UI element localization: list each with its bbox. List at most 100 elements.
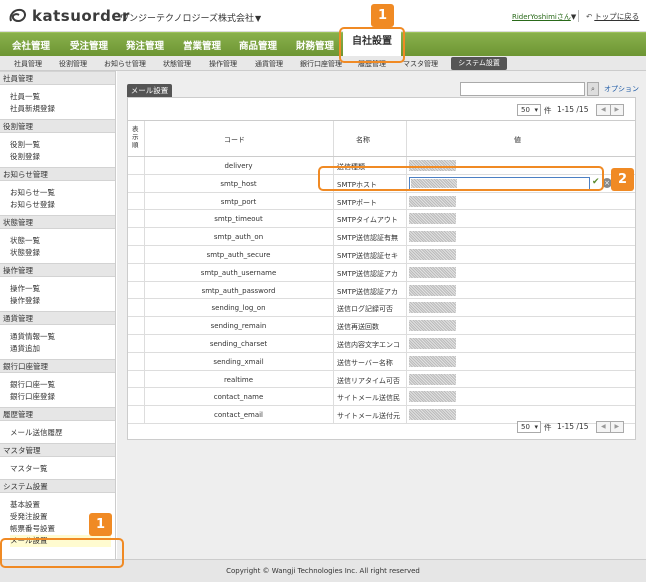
page-arrows[interactable]: ◀ ▶ (596, 421, 624, 433)
sidebar-item[interactable]: 役割登録 (10, 151, 115, 163)
next-page-icon[interactable]: ▶ (609, 105, 624, 115)
app-logo[interactable]: katsuorder (8, 7, 130, 25)
nav-finance[interactable]: 財務管理 (296, 38, 334, 52)
sidebar-section: 社員一覧 社員新規登録 (0, 85, 115, 119)
subnav-employees[interactable]: 社員管理 (14, 59, 42, 69)
callout-badge: 1 (89, 513, 112, 536)
table-row[interactable]: smtp_port SMTPポート (128, 192, 635, 211)
subnav-system-settings[interactable]: システム設置 (451, 57, 507, 70)
sidebar-item[interactable]: 状態一覧 (10, 235, 115, 247)
subnav-master[interactable]: マスタ管理 (403, 59, 438, 69)
subnav-notices[interactable]: お知らせ管理 (104, 59, 146, 69)
sidebar-section: 操作一覧 操作登録 (0, 277, 115, 311)
sidebar-item[interactable]: マスター覧 (10, 463, 115, 475)
subnav-roles[interactable]: 役割管理 (59, 59, 87, 69)
col-divider (406, 192, 407, 210)
logo-text: katsuorder (32, 7, 130, 25)
cell-code: delivery (224, 162, 253, 170)
cell-name: SMTP送信認証アカ (337, 269, 398, 278)
cell-code: sending_remain (210, 322, 267, 331)
sidebar-item[interactable]: 操作登録 (10, 295, 115, 307)
cell-code: sending_charset (209, 339, 268, 348)
sidebar-item[interactable]: 役割一覧 (10, 139, 115, 151)
pager-bottom: 50 件 1-15 /15 ◀▶ (517, 420, 637, 434)
subnav-operations[interactable]: 操作管理 (209, 59, 237, 69)
sidebar-item[interactable]: 社員新規登録 (10, 103, 115, 115)
sidebar-item[interactable]: 操作一覧 (10, 283, 115, 295)
sidebar-item[interactable]: 銀行口座一覧 (10, 379, 115, 391)
table-row[interactable]: smtp_auth_secure SMTP送信認証セキ (128, 245, 635, 264)
sidebar-item[interactable]: 通貨情報一覧 (10, 331, 115, 343)
col-code: コード (224, 136, 245, 144)
table-body: delivery 送信種類 smtp_host SMTPホスト ✔ × smtp_port S… (128, 157, 635, 424)
col-divider (333, 245, 334, 263)
sidebar-item[interactable]: 社員一覧 (10, 91, 115, 103)
sidebar-item[interactable]: お知らせ登録 (10, 199, 115, 211)
user-menu[interactable]: RiderYoshimiさん▼ (512, 12, 576, 22)
sidebar-item[interactable]: 状態登録 (10, 247, 115, 259)
sidebar-section: 銀行口座一覧 銀行口座登録 (0, 373, 115, 407)
sidebar-section-header: 状態管理 (0, 215, 115, 229)
col-divider (333, 192, 334, 210)
table-row[interactable]: smtp_auth_on SMTP送信認証有無 (128, 228, 635, 246)
sidebar-section: 役割一覧 役割登録 (0, 133, 115, 167)
cell-name: 送信内容文字エンコ (337, 340, 400, 349)
table-row[interactable]: realtime 送信リアタイム可否 (128, 370, 635, 389)
table-row[interactable]: smtp_auth_password SMTP送信認証アカ (128, 281, 635, 300)
prev-page-icon[interactable]: ◀ (597, 105, 610, 115)
panel-tab-mail-settings[interactable]: メール設置 (127, 84, 172, 97)
sidebar-item[interactable]: メール送信履歴 (10, 427, 115, 439)
col-divider (333, 352, 334, 370)
cell-code: smtp_timeout (214, 215, 263, 224)
table-row[interactable]: contact_name サイトメール送信民 (128, 388, 635, 407)
page-arrows[interactable]: ◀ ▶ (596, 104, 624, 116)
masked-value (409, 355, 456, 367)
col-divider (333, 121, 334, 156)
nav-purchase[interactable]: 発注管理 (126, 38, 164, 52)
search-icon[interactable]: ⌕ (587, 82, 599, 96)
table-row[interactable]: sending_xmail 送信サーバー名称 (128, 352, 635, 371)
sidebar-item[interactable]: 銀行口座登録 (10, 391, 115, 403)
sidebar-item[interactable]: 通貨追加 (10, 343, 115, 355)
search-input[interactable] (460, 82, 585, 96)
masked-value (409, 302, 456, 314)
col-divider (406, 370, 407, 388)
col-divider (333, 406, 334, 423)
sidebar-section-header: 操作管理 (0, 263, 115, 277)
company-switcher[interactable]: ワンジーテクノロジーズ株式会社▼ (120, 11, 261, 24)
nav-products[interactable]: 商品管理 (239, 38, 277, 52)
col-divider (406, 388, 407, 406)
nav-sales[interactable]: 営業管理 (183, 38, 221, 52)
next-page-icon[interactable]: ▶ (609, 422, 624, 432)
sidebar-item[interactable]: お知らせ一覧 (10, 187, 115, 199)
per-page-select[interactable]: 50 (517, 104, 541, 116)
table-row[interactable]: smtp_timeout SMTPタイムアウト (128, 210, 635, 229)
masked-value (409, 213, 456, 225)
nav-orders[interactable]: 受注管理 (70, 38, 108, 52)
masked-value (409, 248, 456, 260)
cell-name: SMTP送信認証アカ (337, 287, 398, 296)
table-row[interactable]: sending_charset 送信内容文字エンコ (128, 334, 635, 353)
table-row[interactable]: smtp_auth_username SMTP送信認証アカ (128, 263, 635, 282)
options-link[interactable]: オプション (604, 84, 639, 94)
main-content: メール設置 ⌕ オプション 50 件 1-15 /15 ◀▶ 表示順 コード 名… (117, 71, 646, 559)
col-divider (333, 317, 334, 334)
cell-name: SMTPタイムアウト (337, 216, 398, 225)
back-to-top-link[interactable]: ↶ トップに戻る (586, 11, 639, 22)
subnav-bank[interactable]: 銀行口座管理 (300, 59, 342, 69)
col-display-order: 表示順 (132, 125, 139, 149)
subnav-currency[interactable]: 通貨管理 (255, 59, 283, 69)
prev-page-icon[interactable]: ◀ (597, 422, 610, 432)
table-row[interactable]: sending_log_on 送信ログ記録可否 (128, 299, 635, 318)
table-row[interactable]: sending_remain 送信再送回数 (128, 317, 635, 335)
sidebar-item[interactable]: 基本設置 (10, 499, 115, 511)
col-divider (406, 263, 407, 281)
nav-company[interactable]: 会社管理 (12, 38, 50, 52)
header-divider (578, 10, 579, 22)
sidebar-section-header: 社員管理 (0, 71, 115, 85)
cell-code: smtp_auth_on (213, 233, 264, 242)
per-page-select[interactable]: 50 (517, 421, 541, 433)
col-divider (333, 334, 334, 352)
masked-value (409, 266, 456, 278)
subnav-status[interactable]: 状態管理 (163, 59, 191, 69)
